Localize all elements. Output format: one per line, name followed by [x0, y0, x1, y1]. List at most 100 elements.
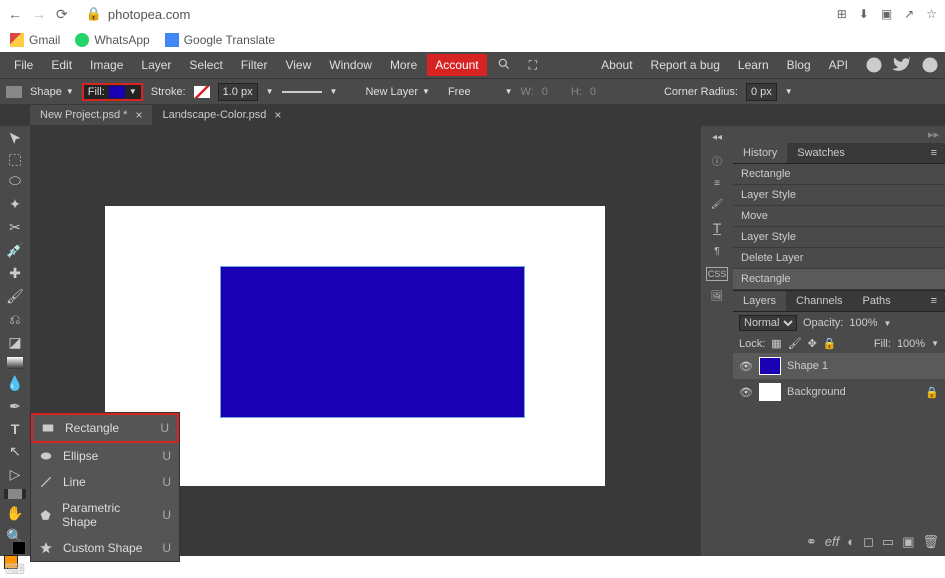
- menu-file[interactable]: File: [6, 54, 41, 76]
- move-tool[interactable]: [4, 130, 26, 146]
- menu-view[interactable]: View: [277, 54, 319, 76]
- stroke-swatch[interactable]: [194, 86, 210, 98]
- newtab-icon[interactable]: ▣: [881, 7, 892, 21]
- menu-blog[interactable]: Blog: [780, 54, 818, 76]
- mask-icon[interactable]: ◻: [863, 534, 874, 550]
- pen-tool[interactable]: ✒: [4, 398, 26, 415]
- newlayer-dropdown[interactable]: New Layer▼: [365, 86, 430, 98]
- twitter-icon[interactable]: [893, 56, 911, 74]
- paragraph-icon[interactable]: ¶: [714, 246, 719, 257]
- heal-tool[interactable]: ✚: [4, 265, 26, 282]
- bookmark-translate[interactable]: Google Translate: [165, 33, 275, 47]
- tab-paths[interactable]: Paths: [853, 291, 901, 311]
- menu-window[interactable]: Window: [321, 54, 380, 76]
- tool-preset-icon[interactable]: [6, 86, 22, 98]
- panel-collapse-icon[interactable]: ▸▸: [733, 126, 945, 143]
- h-value[interactable]: 0: [590, 86, 596, 98]
- layer-item[interactable]: 👁 Shape 1: [733, 353, 945, 379]
- fullscreen-icon[interactable]: ⛶: [521, 54, 545, 77]
- shape-menu-line[interactable]: Line U: [31, 469, 179, 495]
- menu-more[interactable]: More: [382, 54, 425, 76]
- rectangle-shape[interactable]: [220, 266, 525, 418]
- panel-menu-icon[interactable]: ≡: [923, 143, 945, 163]
- crop-tool[interactable]: ✂: [4, 219, 26, 236]
- folder-icon[interactable]: ▭: [882, 534, 894, 550]
- menu-learn[interactable]: Learn: [731, 54, 776, 76]
- menu-filter[interactable]: Filter: [233, 54, 276, 76]
- bookmark-gmail[interactable]: Gmail: [10, 33, 60, 47]
- doc-tab-active[interactable]: New Project.psd * ×: [30, 105, 152, 125]
- forward-icon[interactable]: →: [32, 6, 46, 22]
- corner-value[interactable]: 0 px: [746, 83, 777, 101]
- close-icon[interactable]: ×: [274, 108, 281, 122]
- fx-icon[interactable]: eff: [825, 534, 839, 550]
- align-icon[interactable]: ≡: [714, 178, 720, 189]
- menu-report[interactable]: Report a bug: [644, 54, 727, 76]
- quick-mask-icon[interactable]: ⌨: [4, 561, 26, 578]
- stamp-tool[interactable]: ⎌: [4, 311, 26, 328]
- tab-swatches[interactable]: Swatches: [787, 143, 855, 163]
- hand-tool[interactable]: ✋: [4, 505, 26, 522]
- back-icon[interactable]: ←: [8, 6, 22, 22]
- reddit-icon[interactable]: [865, 56, 883, 74]
- history-item[interactable]: Delete Layer: [733, 248, 945, 269]
- canvas[interactable]: [105, 206, 605, 486]
- tab-history[interactable]: History: [733, 143, 787, 163]
- facebook-icon[interactable]: [921, 56, 939, 74]
- stroke-width-field[interactable]: 1.0 px: [218, 83, 258, 101]
- panel-menu-icon[interactable]: ≡: [923, 291, 945, 311]
- direct-select-tool[interactable]: ▷: [4, 466, 26, 483]
- reload-icon[interactable]: ⟳: [56, 6, 68, 23]
- menu-layer[interactable]: Layer: [133, 54, 179, 76]
- free-dropdown[interactable]: Free▼: [448, 86, 513, 98]
- url-bar[interactable]: 🔒 photopea.com: [86, 6, 191, 22]
- shape-menu-custom[interactable]: Custom Shape U: [31, 535, 179, 561]
- blur-tool[interactable]: 💧: [4, 375, 26, 392]
- brush-panel-icon[interactable]: 🖌: [711, 199, 724, 210]
- eyedropper-tool[interactable]: 💉: [4, 242, 26, 259]
- history-item[interactable]: Layer Style: [733, 185, 945, 206]
- opacity-value[interactable]: 100%: [849, 317, 877, 329]
- lock-transparency-icon[interactable]: ▦: [771, 337, 781, 350]
- close-icon[interactable]: ×: [135, 108, 142, 122]
- blend-mode-select[interactable]: Normal: [739, 315, 797, 331]
- history-item[interactable]: Move: [733, 206, 945, 227]
- doc-tab[interactable]: Landscape-Color.psd ×: [152, 105, 291, 125]
- menu-image[interactable]: Image: [82, 54, 131, 76]
- share-icon[interactable]: ↗: [904, 7, 914, 21]
- shape-menu-parametric[interactable]: Parametric Shape U: [31, 495, 179, 535]
- menu-edit[interactable]: Edit: [43, 54, 80, 76]
- shape-mode-dropdown[interactable]: Shape▼: [30, 86, 74, 98]
- menu-api[interactable]: API: [822, 54, 855, 76]
- menu-about[interactable]: About: [594, 54, 639, 76]
- collapse-icon[interactable]: ◂◂: [712, 132, 722, 143]
- tab-channels[interactable]: Channels: [786, 291, 852, 311]
- wand-tool[interactable]: ✦: [4, 196, 26, 213]
- w-value[interactable]: 0: [542, 86, 548, 98]
- bookmark-whatsapp[interactable]: WhatsApp: [75, 33, 149, 47]
- new-layer-icon[interactable]: ▣: [902, 534, 914, 550]
- adjustment-icon[interactable]: ◐: [847, 534, 855, 550]
- bookmark-star-icon[interactable]: ☆: [926, 7, 937, 21]
- info-icon[interactable]: ⓘ: [712, 153, 722, 168]
- fill-color-picker[interactable]: Fill: ▼: [82, 83, 143, 101]
- lock-move-icon[interactable]: ✥: [808, 337, 817, 350]
- download-icon[interactable]: ⬇: [859, 7, 869, 21]
- install-icon[interactable]: ⊞: [837, 7, 847, 21]
- character-icon[interactable]: T̲: [713, 220, 722, 236]
- tab-layers[interactable]: Layers: [733, 291, 786, 311]
- image-panel-icon[interactable]: 🖼: [711, 291, 724, 302]
- history-item[interactable]: Rectangle: [733, 269, 945, 290]
- menu-account[interactable]: Account: [427, 54, 486, 76]
- text-tool[interactable]: T: [4, 421, 26, 437]
- eraser-tool[interactable]: ◪: [4, 334, 26, 351]
- fill-value[interactable]: 100%: [897, 338, 925, 350]
- lasso-tool[interactable]: [4, 174, 26, 190]
- trash-icon[interactable]: 🗑: [922, 534, 939, 550]
- gradient-tool[interactable]: [4, 357, 26, 369]
- visibility-icon[interactable]: 👁: [739, 360, 753, 373]
- stroke-style-icon[interactable]: [282, 91, 322, 93]
- shape-menu-rectangle[interactable]: Rectangle U: [31, 413, 179, 443]
- menu-select[interactable]: Select: [181, 54, 230, 76]
- shape-menu-ellipse[interactable]: Ellipse U: [31, 443, 179, 469]
